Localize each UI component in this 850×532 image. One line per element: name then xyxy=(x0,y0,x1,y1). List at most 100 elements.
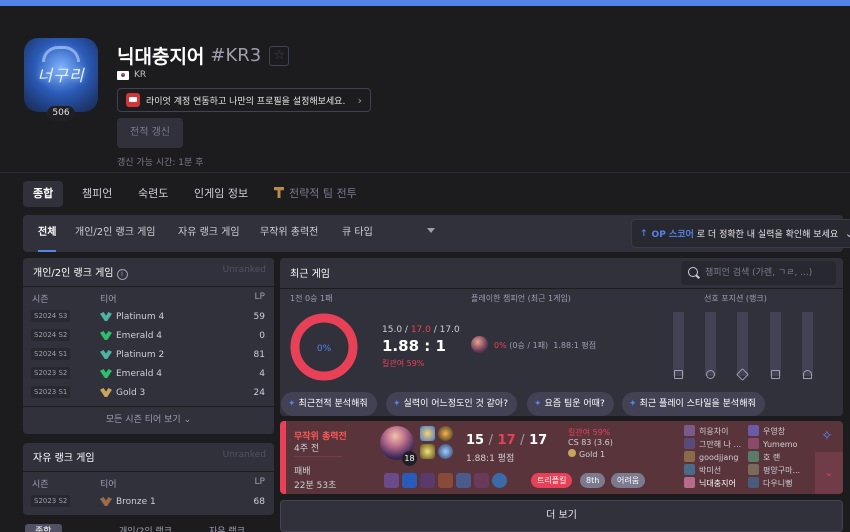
header-tier: 티어 xyxy=(100,295,117,305)
item-icon[interactable] xyxy=(438,473,453,488)
position-bar-support xyxy=(802,312,813,376)
op-score-label: OP 스코어 xyxy=(651,230,694,240)
tab-tft-label: 전략적 팀 전투 xyxy=(289,187,357,200)
jungle-icon xyxy=(706,370,715,379)
kda-deaths: 17.0 xyxy=(410,325,431,335)
champion-search-input[interactable]: 챔피언 검색 (가렌, ㄱㄹ, ...) xyxy=(681,261,836,285)
ai-prompt-pill[interactable]: ✦ 최근전적 분석해줘 xyxy=(281,392,377,416)
tab-mastery[interactable]: 숙련도 xyxy=(128,181,178,207)
riot-link-banner[interactable]: 라이엇 계정 연동하고 나만의 프로필을 설정해보세요. › xyxy=(117,88,371,112)
participant-champion-icon xyxy=(684,464,695,475)
participant[interactable]: 우영창 xyxy=(748,425,785,436)
item-icon[interactable] xyxy=(384,473,399,488)
riot-banner-text: 라이엇 계정 연동하고 나만의 프로필을 설정해보세요. xyxy=(146,96,346,107)
show-more-button[interactable]: 더 보기 xyxy=(280,500,843,532)
profile-icon: 너구리 xyxy=(24,38,98,112)
tab-champions[interactable]: 챔피언 xyxy=(72,181,122,207)
all-seasons-button[interactable]: 모든 시즌 티어 보기 ⌄ xyxy=(23,406,274,434)
ward-icon[interactable] xyxy=(492,473,507,488)
match-cs: CS 83 (3.6) xyxy=(568,438,613,447)
participant[interactable]: 닉대충지어 xyxy=(684,477,736,488)
kda-kills: 15.0 xyxy=(382,325,403,335)
match-result: 패배 xyxy=(294,467,311,477)
pill-label: 최근 플레이 스타일을 분석해줘 xyxy=(639,399,756,409)
recent-games-title: 최근 게임 xyxy=(290,269,330,280)
participant[interactable]: 호 랜 xyxy=(748,451,780,462)
rank-history-row: S2023 S2 Emerald 4 4 xyxy=(23,364,274,383)
item-icon[interactable] xyxy=(474,473,489,488)
match-kills: 15 xyxy=(466,433,485,448)
support-icon xyxy=(803,370,812,379)
tab-tft[interactable]: 전략적 팀 전투 xyxy=(264,181,367,207)
rune-icon[interactable] xyxy=(438,444,453,459)
participant[interactable]: 히응차이 xyxy=(684,425,728,436)
participant[interactable]: 평양구마... xyxy=(748,464,800,475)
bottom-tabs: 종합 개인/2인 랭크 자유 랭크 xyxy=(23,521,274,532)
main-nav: 종합 챔피언 숙련도 인게임 정보 전략적 팀 전투 xyxy=(0,172,850,212)
kda-ratio: 1.88 : 1 xyxy=(382,337,446,355)
participant-name: 닉대충지어 xyxy=(699,479,736,488)
chevron-down-icon[interactable]: ⌄ xyxy=(845,227,850,240)
participant-name: goodjjang xyxy=(699,453,739,462)
match-card[interactable]: 무작위 총력전 4주 전 패배 22분 53초 18 15 / 17 / 17 … xyxy=(280,421,843,494)
rune-icon[interactable] xyxy=(438,426,453,441)
participant-name: 호 랜 xyxy=(763,453,781,462)
chevron-down-icon: ⌄ xyxy=(183,415,192,425)
ai-prompt-pill[interactable]: ✦ 요즘 팀운 어때? xyxy=(527,392,614,416)
item-icon[interactable] xyxy=(420,473,435,488)
tier-emblem-icon xyxy=(100,312,112,321)
winrate-donut: 0% xyxy=(290,313,358,381)
chevron-down-icon[interactable] xyxy=(427,228,435,233)
participant[interactable]: 다우니뻥 xyxy=(748,477,792,488)
rank-history-row: S2024 S3 Platinum 4 59 xyxy=(23,307,274,326)
favorite-star-icon[interactable]: ☆ xyxy=(269,45,290,66)
summoner-tag: #KR3 xyxy=(210,45,262,66)
info-icon[interactable]: i xyxy=(116,269,128,280)
participant[interactable]: Yumemo xyxy=(748,438,797,449)
level-badge: 506 xyxy=(47,106,75,121)
participant-name: Yumemo xyxy=(763,440,798,449)
ai-prompt-pill[interactable]: ✦ 최근 플레이 스타일을 분석해줘 xyxy=(622,392,765,416)
pill-label: 요즘 팀운 어때? xyxy=(544,399,605,409)
solo-rank-title: 개인/2인 랭크 게임 i xyxy=(33,264,128,280)
match-kda: 15 / 17 / 17 xyxy=(466,433,548,448)
champion-stat: 0% (0승 / 1패) 1.88:1 평점 xyxy=(494,340,596,351)
summoner-spell-icon[interactable] xyxy=(420,426,435,441)
all-seasons-label: 모든 시즌 티어 보기 xyxy=(105,415,181,425)
queue-tab-solo[interactable]: 개인/2인 랭크 게임 xyxy=(75,215,156,252)
summoner-spell-icon[interactable] xyxy=(420,444,435,459)
queue-tab-aram[interactable]: 무작위 총력전 xyxy=(260,215,318,252)
analysis-icon[interactable]: ✧ xyxy=(821,428,837,444)
participant[interactable]: 박미선 xyxy=(684,464,721,475)
item-icon[interactable] xyxy=(456,473,471,488)
bottom-tab-solo[interactable]: 개인/2인 랭크 xyxy=(119,524,172,532)
bottom-tab-flex[interactable]: 자유 랭크 xyxy=(209,524,245,532)
refresh-button[interactable]: 전적 갱신 xyxy=(117,118,183,148)
summoner-name: 닉대충지어 xyxy=(117,46,205,68)
op-score-banner[interactable]: ↑ OP 스코어 로 더 정확한 내 실력을 확인해 보세요 ⌄ xyxy=(631,219,850,248)
expand-match-button[interactable]: ⌄ xyxy=(815,452,843,494)
participant-champion-icon xyxy=(748,438,759,449)
participant-champion-icon xyxy=(748,451,759,462)
tab-overview[interactable]: 종합 xyxy=(23,181,64,207)
tier-name: Bronze 1 xyxy=(116,497,156,507)
champion-icon[interactable] xyxy=(471,336,488,353)
queue-tab-flex[interactable]: 자유 랭크 게임 xyxy=(178,215,240,252)
participant[interactable]: goodjjang xyxy=(684,451,738,462)
profile-icon-text: 너구리 xyxy=(37,66,85,85)
participant[interactable]: 그만해 나 ... xyxy=(684,438,741,449)
queue-tab-all[interactable]: 전체 xyxy=(38,215,57,252)
queue-type-select[interactable]: 큐 타입 xyxy=(342,215,373,252)
bottom-tab-overview[interactable]: 종합 xyxy=(25,524,62,532)
op-banner-text: 로 더 정확한 내 실력을 확인해 보세요 xyxy=(696,230,839,240)
ai-prompt-pill[interactable]: ✦ 실력이 어느정도인 것 같아? xyxy=(386,392,517,416)
rank-history-row: S2023 S1 Gold 3 24 xyxy=(23,383,274,402)
participant-champion-icon xyxy=(748,425,759,436)
tab-ingame[interactable]: 인게임 정보 xyxy=(184,181,258,207)
flex-rank-panel: 자유 랭크 게임 Unranked 시즌 티어 LP S2023 S2 Bronz… xyxy=(23,443,274,515)
item-icon[interactable] xyxy=(402,473,417,488)
tier-emblem-icon xyxy=(100,331,112,340)
match-rank: Gold 1 xyxy=(568,449,605,459)
tier-lp: 81 xyxy=(253,350,265,360)
participant-champion-icon xyxy=(684,477,695,488)
